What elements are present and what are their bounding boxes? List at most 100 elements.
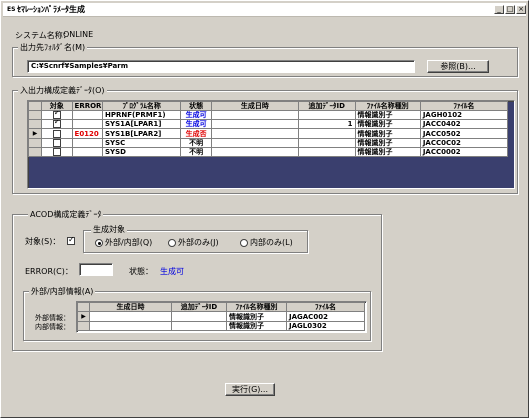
filetype-cell: 情報識別子 bbox=[354, 138, 421, 148]
addid-cell bbox=[171, 321, 227, 331]
status-cell: 生成可 bbox=[180, 110, 212, 120]
io-grid[interactable]: 対象 ERROR ﾌﾟﾛｸﾞﾗﾑ名称 状態 生成日時 追加ﾃﾞｰﾀID ﾌｧｲﾙ… bbox=[27, 100, 515, 189]
target-checkbox[interactable] bbox=[52, 120, 61, 128]
ei-header-rowhead bbox=[77, 302, 90, 312]
date-cell bbox=[89, 311, 172, 322]
filetype-cell: 情報識別子 bbox=[354, 128, 421, 139]
ei-header-date[interactable]: 生成日時 bbox=[89, 302, 172, 312]
ext-int-grid[interactable]: 生成日時 追加ﾃﾞｰﾀID ﾌｧｲﾙ名称種別 ﾌｧｲﾙ名 ▶ 情報識別子 JAGAC… bbox=[76, 301, 367, 333]
status-cell: 生成否 bbox=[180, 128, 212, 139]
error-cell bbox=[71, 119, 104, 129]
row-selector[interactable] bbox=[27, 147, 43, 157]
execute-button[interactable]: 実行(G)... bbox=[225, 383, 275, 396]
io-header-error[interactable]: ERROR bbox=[71, 101, 104, 111]
radio-ext-only-indicator bbox=[168, 238, 176, 247]
window-title: ｾﾏﾚｰｼｮﾝﾊﾟﾗﾒｰﾀ生成 bbox=[17, 5, 85, 14]
radio-int-only-label: 内部のみ(L) bbox=[250, 238, 293, 247]
generate-target-title: 生成対象 bbox=[91, 224, 127, 235]
output-folder-title: 出力先ﾌｫﾙﾀﾞ名(M) bbox=[18, 42, 88, 53]
row-selector[interactable] bbox=[27, 110, 43, 120]
row-selector[interactable] bbox=[27, 138, 43, 148]
io-header-filename[interactable]: ﾌｧｲﾙ名 bbox=[419, 101, 509, 111]
radio-ext-only-label: 外部のみ(J) bbox=[178, 238, 219, 247]
status-cell: 不明 bbox=[180, 147, 212, 157]
io-table-row[interactable]: SYSC 不明 情報識別子 JACC0C02 bbox=[27, 138, 509, 148]
filename-cell: JACC0402 bbox=[419, 119, 509, 129]
filetype-cell: 情報識別子 bbox=[226, 321, 287, 331]
row-selector[interactable] bbox=[27, 119, 43, 129]
io-table-row[interactable]: SYSD 不明 情報識別子 JACC0002 bbox=[27, 147, 509, 157]
main-window: ES ｾﾏﾚｰｼｮﾝﾊﾟﾗﾒｰﾀ生成 _ □ × システム名称： ONLINE … bbox=[0, 0, 529, 418]
int-info-label: 内部情報： bbox=[35, 323, 70, 331]
io-table-row[interactable]: SYS1A[LPAR1]生成可 1情報識別子JACC0402 bbox=[27, 119, 509, 129]
target-checkbox[interactable] bbox=[52, 139, 61, 147]
addid-cell bbox=[297, 128, 356, 139]
target-checkbox[interactable] bbox=[52, 148, 61, 156]
ext-int-table-header: 生成日時 追加ﾃﾞｰﾀID ﾌｧｲﾙ名称種別 ﾌｧｲﾙ名 bbox=[77, 302, 365, 312]
minimize-button[interactable]: _ bbox=[494, 5, 504, 14]
addid-cell bbox=[297, 138, 356, 148]
radio-ext-only[interactable]: 外部のみ(J) bbox=[168, 237, 219, 248]
ei-header-filetype[interactable]: ﾌｧｲﾙ名称種別 bbox=[226, 302, 287, 312]
target-checkbox[interactable] bbox=[52, 129, 61, 138]
title-bar: ES ｾﾏﾚｰｼｮﾝﾊﾟﾗﾒｰﾀ生成 _ □ × bbox=[3, 3, 526, 17]
row-selector: ▶ bbox=[77, 311, 90, 322]
target-cell[interactable] bbox=[41, 110, 73, 120]
io-table-row[interactable]: ▶ E0120 SYS1B[LPAR2] 生成否 情報識別子 JACC0502 bbox=[27, 128, 509, 139]
filename-cell: JACC0C02 bbox=[419, 138, 509, 148]
target-cell[interactable] bbox=[41, 119, 73, 129]
filetype-cell: 情報識別子 bbox=[354, 119, 421, 129]
maximize-button[interactable]: □ bbox=[505, 5, 515, 14]
target-cell[interactable] bbox=[41, 128, 73, 139]
date-cell bbox=[210, 110, 299, 120]
io-header-addid[interactable]: 追加ﾃﾞｰﾀID bbox=[297, 101, 356, 111]
radio-int-only-indicator bbox=[240, 238, 248, 247]
acod-target-checkbox[interactable] bbox=[67, 235, 75, 245]
date-cell bbox=[210, 119, 299, 129]
io-header-filetype[interactable]: ﾌｧｲﾙ名称種別 bbox=[354, 101, 421, 111]
error-cell bbox=[71, 147, 104, 157]
ei-header-filename[interactable]: ﾌｧｲﾙ名 bbox=[286, 302, 365, 312]
acod-error-field[interactable] bbox=[79, 263, 113, 276]
ei-header-addid[interactable]: 追加ﾃﾞｰﾀID bbox=[171, 302, 227, 312]
target-cell[interactable] bbox=[41, 147, 73, 157]
ext-int-row[interactable]: ▶ 情報識別子 JAGAC002 bbox=[77, 311, 365, 322]
filename-cell: JAGL0302 bbox=[286, 321, 365, 331]
status-cell: 不明 bbox=[180, 138, 212, 148]
system-name-value: ONLINE bbox=[63, 30, 94, 39]
target-checkbox[interactable] bbox=[52, 111, 61, 119]
filename-cell: JACC0002 bbox=[419, 147, 509, 157]
program-cell: SYSC bbox=[101, 138, 182, 148]
program-cell: SYSD bbox=[101, 147, 182, 157]
io-header-date[interactable]: 生成日時 bbox=[210, 101, 299, 111]
error-cell bbox=[71, 138, 104, 148]
filetype-cell: 情報識別子 bbox=[354, 147, 421, 157]
io-table-header: 対象 ERROR ﾌﾟﾛｸﾞﾗﾑ名称 状態 生成日時 追加ﾃﾞｰﾀID ﾌｧｲﾙ… bbox=[27, 101, 509, 111]
io-definition-title: 入出力構成定義ﾃﾞｰﾀ(O) bbox=[18, 85, 107, 96]
close-button[interactable]: × bbox=[516, 5, 526, 14]
output-folder-input[interactable]: C:¥Scnrf¥Samples¥Parm bbox=[27, 60, 415, 73]
ext-int-row[interactable]: 情報識別子 JAGL0302 bbox=[77, 321, 365, 331]
browse-button[interactable]: 参照(B)... bbox=[427, 60, 489, 73]
io-header-program[interactable]: ﾌﾟﾛｸﾞﾗﾑ名称 bbox=[101, 101, 182, 111]
addid-cell bbox=[297, 110, 356, 120]
radio-ext-int[interactable]: 外部/内部(Q) bbox=[95, 237, 152, 248]
radio-ext-int-label: 外部/内部(Q) bbox=[105, 238, 153, 247]
row-selector bbox=[77, 321, 90, 331]
io-table-row[interactable]: HPRNF(PRMF1)生成可 情報識別子JAGH0102 bbox=[27, 110, 509, 120]
status-cell: 生成可 bbox=[180, 119, 212, 129]
acod-error-label: ERROR(C)： bbox=[25, 267, 73, 276]
row-pointer-icon: ▶ bbox=[32, 130, 38, 137]
error-cell bbox=[71, 110, 104, 120]
error-cell: E0120 bbox=[71, 128, 104, 139]
filename-cell: JAGH0102 bbox=[419, 110, 509, 120]
radio-int-only[interactable]: 内部のみ(L) bbox=[240, 237, 293, 248]
row-selector[interactable]: ▶ bbox=[27, 128, 43, 139]
io-header-target[interactable]: 対象 bbox=[41, 101, 73, 111]
addid-cell bbox=[171, 311, 227, 322]
io-header-status[interactable]: 状態 bbox=[180, 101, 212, 111]
date-cell bbox=[210, 138, 299, 148]
date-cell bbox=[89, 321, 172, 331]
target-cell[interactable] bbox=[41, 138, 73, 148]
app-icon: ES bbox=[7, 6, 16, 13]
